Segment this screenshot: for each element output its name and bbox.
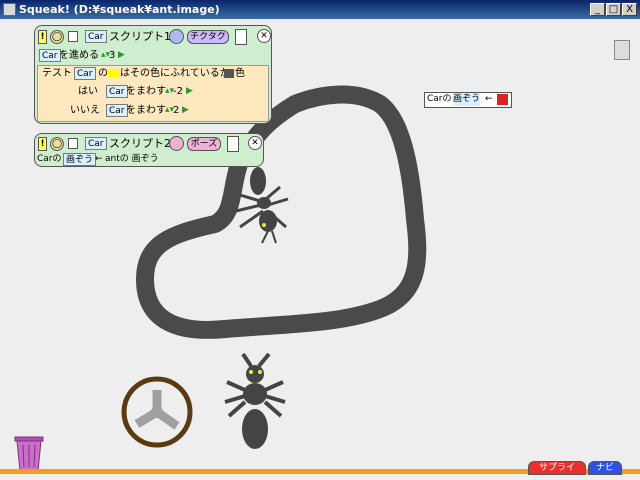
test-car-tile[interactable]: Car	[74, 67, 96, 80]
script2-pause-button[interactable]: ポーズ	[187, 137, 221, 151]
test-of-label: の	[98, 68, 108, 79]
navigator-tab[interactable]: ナビ	[588, 461, 622, 475]
maximize-button[interactable]: □	[606, 3, 621, 16]
script1-run-once-button[interactable]: !	[38, 30, 47, 44]
script2-title[interactable]: スクリプト2	[109, 137, 171, 150]
script2-image-tile[interactable]: 画ぞう	[63, 153, 97, 166]
script1-title[interactable]: スクリプト1	[109, 30, 171, 43]
car-image-watcher[interactable]: Carの 画ぞう ←	[424, 92, 512, 108]
yes-value[interactable]: -2	[173, 85, 183, 98]
forward-arrow-icon[interactable]: ▶	[118, 49, 125, 62]
script2-assign-icon: ←	[95, 154, 103, 164]
car-thumbnail-icon[interactable]	[497, 94, 508, 105]
script2-panel[interactable]: ! ◯ Car スクリプト2 ポーズ ✕ Carの 画ぞう ← antの 画ぞう	[34, 133, 264, 167]
ant-lower	[224, 352, 286, 449]
script2-run-once-button[interactable]: !	[38, 137, 47, 151]
no-turn-label: をまわす	[126, 105, 166, 116]
script1-car-tile[interactable]: Car	[85, 30, 107, 43]
window-titlebar: Squeak! (D:¥squeak¥ant.image) _ □ X	[0, 0, 640, 19]
script1-clock-icon[interactable]	[169, 29, 184, 44]
test-swatch-gray[interactable]	[224, 69, 234, 78]
script2-menu-icon[interactable]	[227, 136, 239, 152]
script2-square-button[interactable]	[68, 138, 78, 149]
script2-car-tile[interactable]: Car	[85, 137, 107, 150]
script1-close-icon[interactable]: ✕	[257, 29, 271, 43]
track-path	[136, 85, 427, 339]
script1-tick-button[interactable]: チクタク	[187, 30, 229, 44]
minimize-button[interactable]: _	[590, 3, 605, 16]
trash-can	[14, 436, 44, 472]
script2-circle-button[interactable]: ◯	[50, 137, 64, 151]
watcher-car-of: Carの	[427, 94, 452, 104]
test-text: はその色にふれているか	[120, 68, 230, 79]
script1-panel[interactable]: ! ◯ Car スクリプト1 チクタク ✕ Car を進める ▴▾ 3 ▶ テス…	[34, 25, 272, 124]
script2-close-icon[interactable]: ✕	[248, 136, 262, 150]
supplies-tab[interactable]: サプライ	[528, 461, 586, 475]
squeak-world[interactable]: ! ◯ Car スクリプト1 チクタク ✕ Car を進める ▴▾ 3 ▶ テス…	[0, 19, 640, 480]
no-arrow-icon[interactable]: ▶	[182, 104, 189, 117]
forward-label: を進める	[59, 50, 99, 61]
script1-menu-icon[interactable]	[235, 29, 247, 45]
yes-arrow-icon[interactable]: ▶	[186, 85, 193, 98]
script2-clock-icon[interactable]	[169, 136, 184, 151]
steering-wheel	[121, 376, 193, 448]
forward-car-tile[interactable]: Car	[39, 49, 61, 62]
squeak-app-icon[interactable]	[3, 3, 16, 16]
yes-car-tile[interactable]: Car	[106, 85, 128, 98]
script1-circle-button[interactable]: ◯	[50, 30, 64, 44]
script2-car-of: Carの	[37, 154, 62, 164]
script2-ant-text[interactable]: antの 画ぞう	[105, 153, 159, 166]
window-title: Squeak! (D:¥squeak¥ant.image)	[19, 3, 220, 16]
no-value[interactable]: 2	[173, 104, 179, 117]
yes-turn-label: をまわす	[126, 86, 166, 97]
forward-value[interactable]: 3	[109, 49, 115, 62]
close-button[interactable]: X	[622, 3, 637, 16]
yes-label: はい	[78, 86, 98, 97]
test-panel[interactable]: テスト Car の はその色にふれているか 色 はい Car をまわす ▴▾ -…	[37, 65, 269, 122]
test-color-label: 色	[235, 68, 245, 79]
flap-tab-icon[interactable]	[614, 40, 630, 60]
script1-square-button[interactable]	[68, 31, 78, 42]
watcher-image-tile[interactable]: 画ぞう	[453, 93, 481, 106]
watcher-assign-icon: ←	[485, 94, 493, 104]
no-label: いいえ	[70, 105, 100, 116]
test-swatch-yellow[interactable]	[108, 69, 120, 78]
no-car-tile[interactable]: Car	[106, 104, 128, 117]
test-label: テスト	[42, 68, 72, 79]
